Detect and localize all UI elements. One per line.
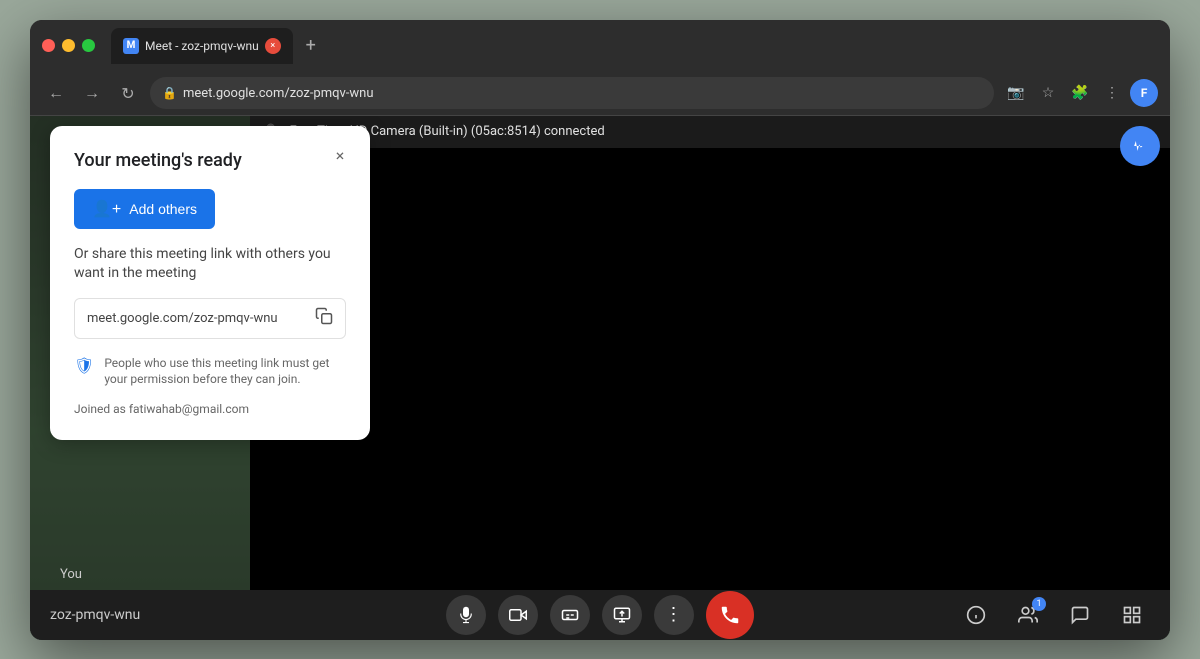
hud-waveform-button[interactable] <box>1120 126 1160 166</box>
popup-title: Your meeting's ready <box>74 150 346 171</box>
profile-avatar[interactable]: F <box>1130 79 1158 107</box>
close-window-button[interactable] <box>42 39 55 52</box>
browser-window: M Meet - zoz-pmqv-wnu × + ← → ↻ 🔒 meet.g… <box>30 20 1170 640</box>
right-controls: 1 <box>950 597 1150 633</box>
popup-overlay: × Your meeting's ready 👤+ Add others Or … <box>50 126 370 441</box>
video-body <box>250 148 1170 590</box>
cast-icon[interactable]: 📷 <box>1002 79 1030 107</box>
people-button[interactable]: 1 <box>1010 597 1046 633</box>
maximize-window-button[interactable] <box>82 39 95 52</box>
shield-icon: 🛡 <box>74 356 94 375</box>
mic-button[interactable] <box>446 595 486 635</box>
tab-favicon: M <box>123 38 139 54</box>
menu-icon[interactable]: ⋮ <box>1098 79 1126 107</box>
end-call-button[interactable] <box>706 591 754 639</box>
title-bar: M Meet - zoz-pmqv-wnu × + <box>30 20 1170 72</box>
present-button[interactable] <box>602 595 642 635</box>
camera-button[interactable] <box>498 595 538 635</box>
meeting-ready-popup: × Your meeting's ready 👤+ Add others Or … <box>50 126 370 441</box>
security-note: 🛡 People who use this meeting link must … <box>74 355 346 389</box>
captions-button[interactable] <box>550 595 590 635</box>
minimize-window-button[interactable] <box>62 39 75 52</box>
tab-close-button[interactable]: × <box>265 38 281 54</box>
meeting-id: zoz-pmqv-wnu <box>50 607 250 623</box>
video-panel: 🎥 FaceTime HD Camera (Built-in) (05ac:85… <box>250 116 1170 590</box>
toolbar-icons: 📷 ☆ 🧩 ⋮ F <box>1002 79 1158 107</box>
url-bar[interactable]: 🔒 meet.google.com/zoz-pmqv-wnu <box>150 77 994 109</box>
new-tab-button[interactable]: + <box>297 32 325 60</box>
main-content: 🎥 FaceTime HD Camera (Built-in) (05ac:85… <box>30 116 1170 640</box>
security-text: People who use this meeting link must ge… <box>104 355 346 389</box>
refresh-button[interactable]: ↻ <box>114 79 142 107</box>
address-bar: ← → ↻ 🔒 meet.google.com/zoz-pmqv-wnu 📷 ☆… <box>30 72 1170 116</box>
people-count-badge: 1 <box>1032 597 1046 611</box>
back-button[interactable]: ← <box>42 79 70 107</box>
info-button[interactable] <box>958 597 994 633</box>
activities-button[interactable] <box>1114 597 1150 633</box>
active-tab[interactable]: M Meet - zoz-pmqv-wnu × <box>111 28 293 64</box>
copy-link-button[interactable] <box>315 307 333 330</box>
traffic-lights <box>42 39 95 52</box>
video-header: 🎥 FaceTime HD Camera (Built-in) (05ac:85… <box>250 116 1170 148</box>
you-label: You <box>60 567 82 582</box>
bottom-bar: zoz-pmqv-wnu <box>30 590 1170 640</box>
forward-button[interactable]: → <box>78 79 106 107</box>
extensions-icon[interactable]: 🧩 <box>1066 79 1094 107</box>
url-text: meet.google.com/zoz-pmqv-wnu <box>183 86 374 101</box>
bookmark-icon[interactable]: ☆ <box>1034 79 1062 107</box>
popup-close-button[interactable]: × <box>326 142 354 170</box>
meeting-link-text: meet.google.com/zoz-pmqv-wnu <box>87 311 307 326</box>
tab-bar: M Meet - zoz-pmqv-wnu × + <box>111 28 1158 64</box>
add-others-button[interactable]: 👤+ Add others <box>74 189 215 229</box>
meeting-link-box: meet.google.com/zoz-pmqv-wnu <box>74 298 346 339</box>
controls: ⋮ <box>250 591 950 639</box>
add-others-label: Add others <box>129 201 197 217</box>
meet-hud <box>1120 126 1160 166</box>
person-add-icon: 👤+ <box>92 199 121 219</box>
tab-title: Meet - zoz-pmqv-wnu <box>145 39 259 53</box>
more-options-button[interactable]: ⋮ <box>654 595 694 635</box>
joined-as-text: Joined as fatiwahab@gmail.com <box>74 402 346 416</box>
share-text: Or share this meeting link with others y… <box>74 245 346 284</box>
lock-icon: 🔒 <box>162 86 177 100</box>
chat-button[interactable] <box>1062 597 1098 633</box>
